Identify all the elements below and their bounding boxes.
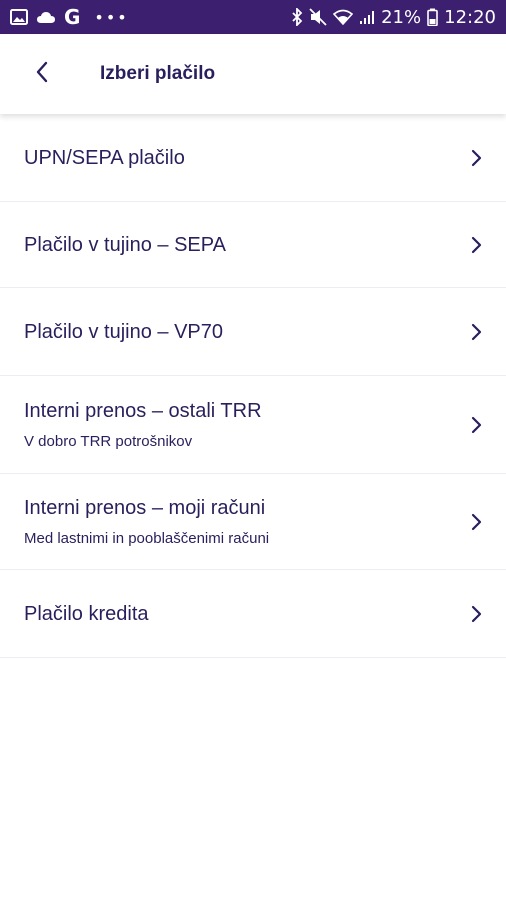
item-title: Plačilo v tujino – VP70 bbox=[24, 320, 224, 343]
chevron-right-icon bbox=[466, 148, 486, 168]
chevron-left-icon bbox=[35, 61, 49, 88]
chevron-right-icon bbox=[466, 415, 486, 435]
clock: 12:20 bbox=[444, 6, 496, 28]
status-right: 21% 12:20 bbox=[291, 7, 496, 28]
item-title: Interni prenos – ostali TRR bbox=[24, 399, 262, 422]
list-item-internal-other[interactable]: Interni prenos – ostali TRR V dobro TRR … bbox=[0, 376, 506, 474]
chevron-right-icon bbox=[466, 604, 486, 624]
item-subtitle: Med lastnimi in pooblaščenimi računi bbox=[24, 529, 270, 547]
item-title: UPN/SEPA plačilo bbox=[24, 146, 185, 169]
app-header: Izberi plačilo bbox=[0, 34, 506, 114]
back-button[interactable] bbox=[22, 54, 62, 94]
list-item-credit[interactable]: Plačilo kredita bbox=[0, 570, 506, 658]
image-icon bbox=[10, 9, 28, 25]
item-text: UPN/SEPA plačilo bbox=[24, 146, 466, 170]
list-item-upn-sepa[interactable]: UPN/SEPA plačilo bbox=[0, 114, 506, 202]
mute-icon bbox=[309, 8, 327, 26]
chevron-right-icon bbox=[466, 235, 486, 255]
chevron-right-icon bbox=[466, 512, 486, 532]
list-item-internal-own[interactable]: Interni prenos – moji računi Med lastnim… bbox=[0, 474, 506, 570]
more-dots-icon: ••• bbox=[94, 7, 129, 27]
cloud-icon bbox=[36, 10, 56, 24]
item-title: Interni prenos – moji računi bbox=[24, 496, 266, 519]
item-text: Plačilo v tujino – VP70 bbox=[24, 320, 466, 344]
payment-options-list: UPN/SEPA plačilo Plačilo v tujino – SEPA… bbox=[0, 114, 506, 658]
wifi-icon bbox=[333, 9, 354, 25]
signal-icon bbox=[359, 9, 375, 25]
page-title: Izberi plačilo bbox=[100, 63, 216, 84]
list-item-abroad-sepa[interactable]: Plačilo v tujino – SEPA bbox=[0, 202, 506, 288]
item-title: Plačilo kredita bbox=[24, 602, 149, 625]
status-left: G ••• bbox=[10, 5, 129, 29]
list-item-abroad-vp70[interactable]: Plačilo v tujino – VP70 bbox=[0, 288, 506, 376]
battery-icon bbox=[427, 8, 438, 26]
item-text: Interni prenos – ostali TRR V dobro TRR … bbox=[24, 399, 466, 451]
item-title: Plačilo v tujino – SEPA bbox=[24, 233, 226, 256]
item-text: Plačilo v tujino – SEPA bbox=[24, 233, 466, 257]
battery-percent: 21% bbox=[381, 6, 422, 28]
item-subtitle: V dobro TRR potrošnikov bbox=[24, 432, 193, 450]
google-g-icon: G bbox=[64, 5, 81, 29]
item-text: Interni prenos – moji računi Med lastnim… bbox=[24, 496, 466, 548]
status-bar: G ••• 21% 12:20 bbox=[0, 0, 506, 34]
item-text: Plačilo kredita bbox=[24, 602, 466, 626]
bluetooth-icon bbox=[291, 8, 303, 26]
chevron-right-icon bbox=[466, 322, 486, 342]
